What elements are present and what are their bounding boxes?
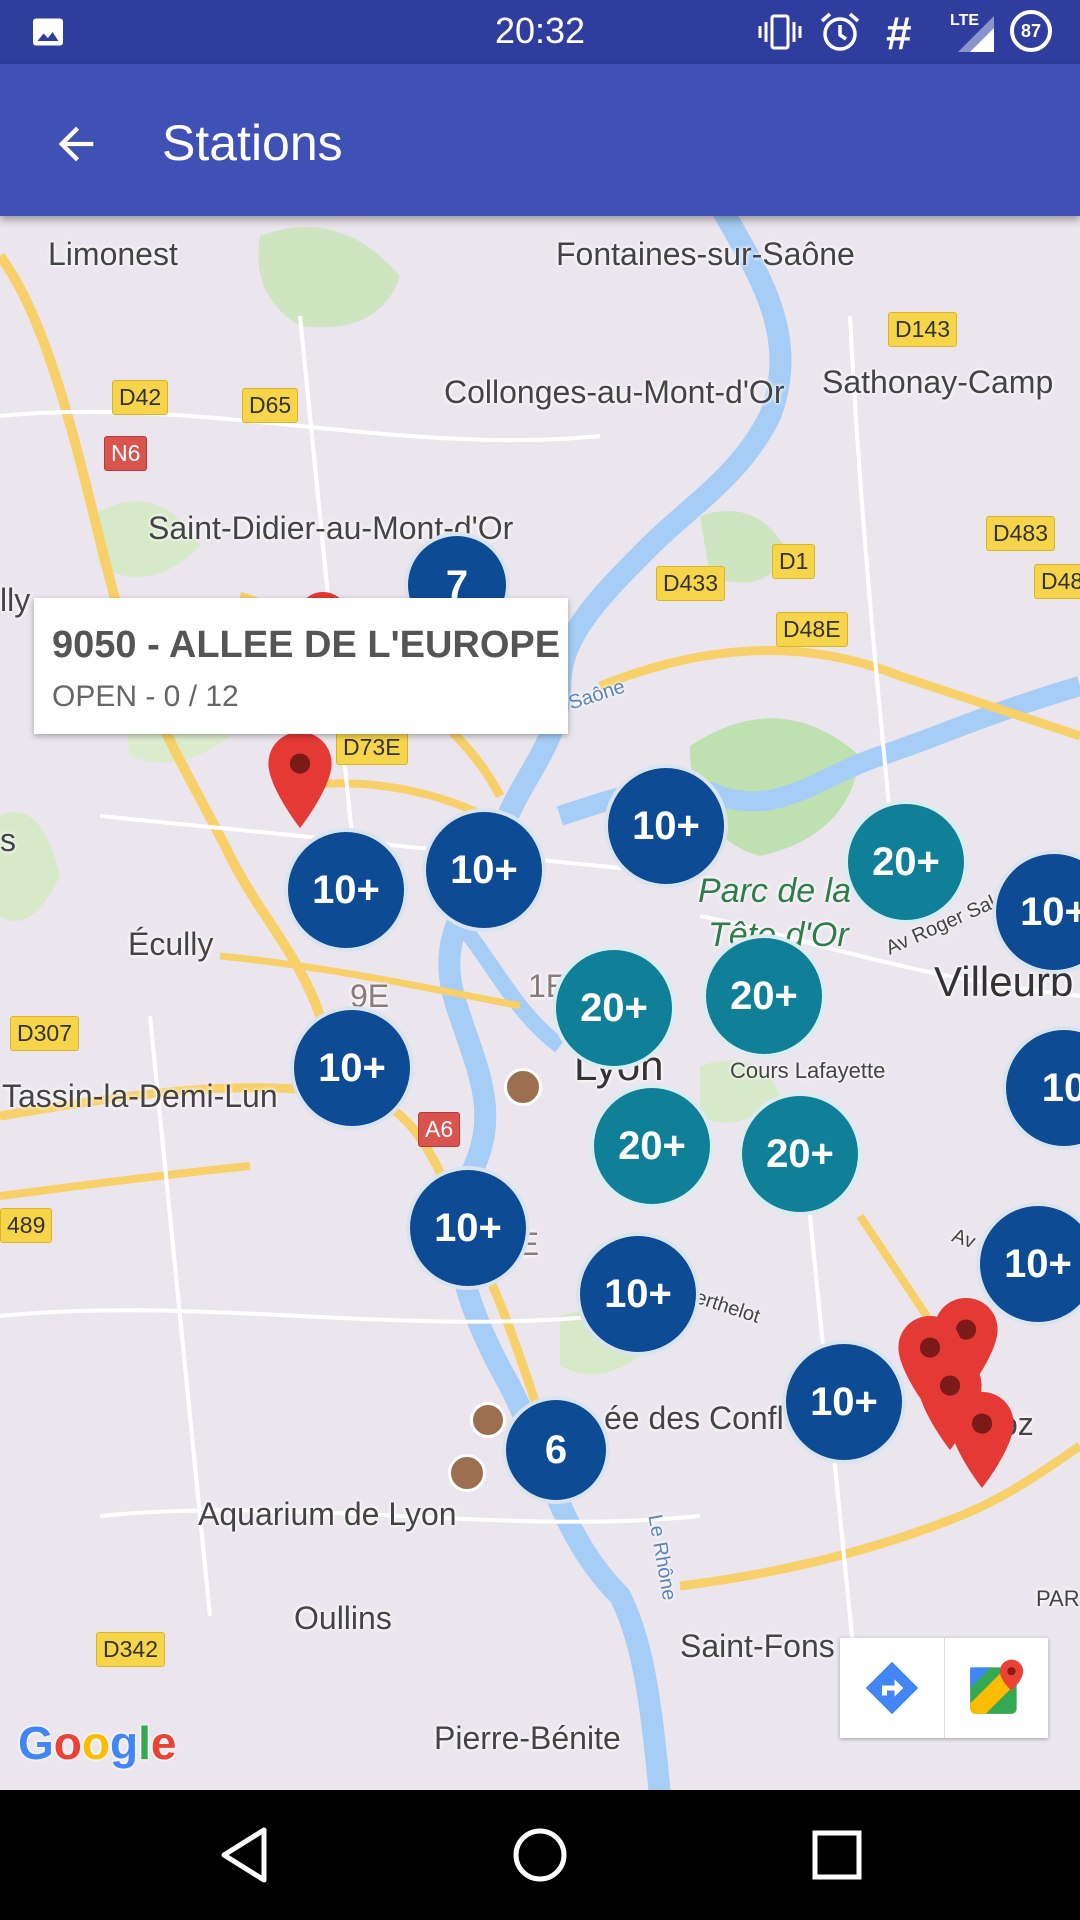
place-label: Oullins (294, 1600, 392, 1636)
station-cluster[interactable]: 20+ (702, 934, 826, 1058)
place-label: Parc de la (698, 872, 852, 910)
hash-icon: # (886, 7, 912, 59)
station-marker[interactable] (268, 732, 332, 828)
directions-button[interactable] (840, 1638, 944, 1738)
place-label: Cours Lafayette (730, 1058, 886, 1083)
museum-icon[interactable] (504, 1068, 542, 1106)
directions-icon (865, 1661, 918, 1715)
system-nav-bar (0, 1790, 1080, 1920)
station-cluster[interactable]: 20+ (738, 1092, 862, 1216)
road-badge: D342 (96, 1632, 165, 1667)
status-time: 20:32 (494, 10, 586, 51)
place-label: Pierre-Bénite (434, 1720, 621, 1756)
road-badge: D73E (336, 730, 408, 765)
station-cluster[interactable]: 20+ (844, 800, 968, 924)
aquarium-icon[interactable] (448, 1454, 486, 1492)
station-cluster[interactable]: 6 (502, 1396, 610, 1504)
road-badge: 489 (0, 1208, 53, 1243)
station-cluster[interactable]: 10+ (782, 1340, 906, 1464)
place-label: Collonges-au-Mont-d'Or (444, 374, 785, 410)
google-logo: Google (18, 1717, 177, 1769)
place-label: lly (0, 582, 31, 618)
battery-icon: 87 (1010, 10, 1052, 52)
recents-square-icon[interactable] (802, 1820, 872, 1890)
map-toolbar (840, 1638, 1048, 1738)
station-cluster[interactable]: 20+ (552, 946, 676, 1070)
back-button[interactable] (40, 108, 112, 180)
place-label: Fontaines-sur-Saône (556, 236, 855, 272)
museum-icon[interactable] (470, 1402, 506, 1438)
place-label: Aquarium de Lyon (198, 1496, 457, 1532)
google-maps-icon (970, 1659, 1024, 1714)
station-status: OPEN - 0 / 12 (52, 680, 239, 713)
road-badge: N6 (104, 436, 148, 471)
road-badge: D48E (776, 612, 848, 647)
station-cluster[interactable]: 20+ (590, 1084, 714, 1208)
battery-level: 87 (1020, 20, 1042, 41)
station-info-window[interactable]: 9050 - ALLEE DE L'EUROPE OPEN - 0 / 12 (34, 598, 568, 734)
place-label: PAR (1036, 1586, 1080, 1611)
station-cluster[interactable]: 10+ (576, 1232, 700, 1356)
station-title: 9050 - ALLEE DE L'EUROPE (52, 624, 561, 666)
road-badge: D42 (112, 380, 169, 415)
road-badge: D143 (888, 312, 957, 347)
station-cluster[interactable]: 10+ (604, 764, 728, 888)
back-triangle-icon[interactable] (210, 1820, 280, 1890)
map-view[interactable]: Limonest Fontaines-sur-Saône Collonges-a… (0, 216, 1080, 1790)
road-badge: D433 (656, 566, 725, 601)
app-bar: Stations (0, 64, 1080, 216)
arrow-back-icon (58, 126, 94, 162)
place-label: Sathonay-Camp (822, 364, 1054, 400)
station-cluster[interactable]: 10+ (422, 808, 546, 932)
road-badge: D1 (772, 544, 816, 579)
page-title: Stations (162, 115, 343, 171)
road-badge: D307 (10, 1016, 79, 1051)
vibrate-icon (758, 14, 802, 50)
open-google-maps-button[interactable] (943, 1638, 1049, 1738)
station-marker[interactable] (950, 1392, 1014, 1488)
road-badge: D48 (1034, 564, 1080, 599)
road-badge: D483 (986, 516, 1055, 551)
signal-icon (958, 16, 994, 52)
place-label: s (0, 822, 16, 858)
place-label: Écully (128, 926, 214, 962)
road-badge: D65 (242, 388, 299, 423)
alarm-icon (820, 12, 860, 51)
place-label: Tassin-la-Demi-Lun (2, 1078, 278, 1114)
status-bar: 20:32 # LTE 87 (0, 0, 1080, 64)
station-cluster[interactable]: 10+ (290, 1006, 414, 1130)
place-label: ée des Confl (604, 1400, 784, 1436)
place-label: Limonest (48, 236, 178, 272)
station-cluster[interactable]: 10+ (406, 1166, 530, 1290)
home-circle-icon[interactable] (505, 1820, 575, 1890)
road-badge: A6 (418, 1112, 461, 1147)
station-cluster[interactable]: 10+ (284, 828, 408, 952)
place-label: Saint-Fons (680, 1628, 835, 1664)
